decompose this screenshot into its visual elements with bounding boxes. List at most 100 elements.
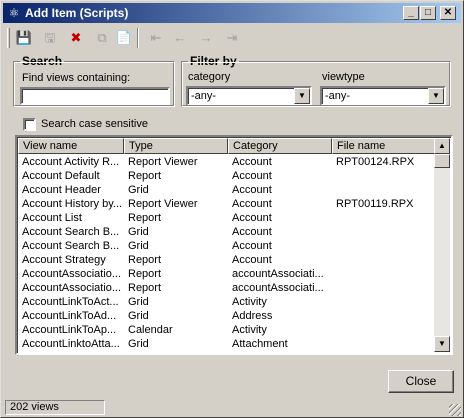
first-icon[interactable]: ⇤ — [145, 28, 167, 48]
cell-type: Report — [128, 254, 162, 266]
minimize-button[interactable]: _ — [403, 6, 419, 20]
cell-view-name: AccountLinkToAct... — [22, 296, 119, 308]
case-sensitive-label[interactable]: Search case sensitive — [41, 118, 148, 130]
table-row[interactable]: Account Search B... Grid Account — [18, 225, 436, 239]
column-header-category[interactable]: Category — [228, 138, 332, 154]
title-bar[interactable]: ⚛ Add Item (Scripts) _ □ ✕ — [3, 3, 461, 23]
scroll-up-icon[interactable]: ▲ — [434, 138, 450, 154]
cell-view-name: AccountLinktoAtta... — [22, 338, 120, 350]
scroll-down-icon[interactable]: ▼ — [434, 336, 450, 352]
table-row[interactable]: AccountLinkToAct... Grid Activity — [18, 295, 436, 309]
toolbar-grip[interactable] — [7, 28, 10, 48]
add-item-window: ⚛ Add Item (Scripts) _ □ ✕ 💾 🖫 ✖ ⧉ 📄 ⇤ ← → ⇥ Sea… — [0, 0, 464, 418]
vertical-scrollbar[interactable]: ▲ ▼ — [434, 138, 450, 352]
close-button[interactable]: Close — [388, 370, 454, 393]
cell-category: Activity — [232, 296, 267, 308]
cell-type: Report — [128, 282, 162, 294]
column-header-view-name[interactable]: View name — [18, 138, 124, 154]
maximize-button[interactable]: □ — [420, 6, 436, 20]
cell-type: Report Viewer — [128, 156, 198, 168]
cell-type: Calendar — [128, 324, 173, 336]
cell-category: Account — [232, 170, 272, 182]
cell-category: Address — [232, 310, 273, 322]
cell-category: Account — [232, 184, 272, 196]
column-header-type[interactable]: Type — [124, 138, 228, 154]
list-rows: Account Activity R... Report Viewer Accoun… — [18, 155, 436, 353]
cell-type: Grid — [128, 240, 149, 252]
cell-view-name: Account Default — [22, 170, 100, 182]
last-icon[interactable]: ⇥ — [221, 28, 243, 48]
cell-type: Grid — [128, 226, 149, 238]
search-input[interactable] — [20, 87, 170, 105]
column-header-file-name[interactable]: File name — [332, 138, 436, 154]
app-icon: ⚛ — [8, 6, 20, 20]
table-row[interactable]: AccountLinkToAd... Grid Address — [18, 309, 436, 323]
cell-view-name: AccountLinkToAd... — [22, 310, 117, 322]
table-row[interactable]: Account Strategy Report Account — [18, 253, 436, 267]
viewtype-select[interactable]: -any- ▼ — [320, 86, 446, 106]
cell-category: Attachment — [232, 338, 288, 350]
close-window-button[interactable]: ✕ — [440, 6, 456, 20]
table-row[interactable]: Account Search B... Grid Account — [18, 239, 436, 253]
next-icon[interactable]: → — [195, 28, 217, 48]
find-views-label: Find views containing: — [22, 72, 131, 84]
cell-view-name: AccountAssociatio... — [22, 268, 122, 280]
cell-view-name: Account Search B... — [22, 226, 120, 238]
cell-type: Grid — [124, 351, 228, 353]
cell-file-name: RPT00124.RPX — [336, 156, 415, 168]
category-value: -any- — [191, 90, 217, 102]
list-header: View name Type Category File name — [18, 138, 436, 154]
search-group: Search Find views containing: — [13, 54, 175, 107]
cell-category: Account — [232, 212, 272, 224]
table-row[interactable]: AccountLinkToCo...GridContact — [18, 351, 436, 353]
copy-icon[interactable]: ⧉ — [91, 28, 113, 48]
case-sensitive-checkbox[interactable] — [23, 118, 36, 131]
cell-view-name: Account Activity R... — [22, 156, 120, 168]
resize-grip[interactable] — [449, 404, 461, 416]
cell-view-name: AccountAssociatio... — [22, 282, 122, 294]
table-row[interactable]: AccountLinktoAtta... Grid Attachment — [18, 337, 436, 351]
cell-category: Account — [232, 198, 272, 210]
cell-view-name: Account Search B... — [22, 240, 120, 252]
cell-category: Account — [232, 240, 272, 252]
category-select[interactable]: -any- ▼ — [186, 86, 312, 106]
paste-icon[interactable]: 📄 — [113, 28, 135, 48]
cell-view-name: AccountLinkToAp... — [22, 324, 117, 336]
cell-category: Contact — [228, 351, 332, 353]
cell-type: Grid — [128, 338, 149, 350]
window-title: Add Item (Scripts) — [25, 6, 129, 20]
table-row[interactable]: Account History by... Report Viewer Accoun… — [18, 197, 436, 211]
table-row[interactable]: AccountLinkToAp... Calendar Activity — [18, 323, 436, 337]
table-row[interactable]: Account List Report Account — [18, 211, 436, 225]
filter-group-label: Filter by — [188, 54, 239, 68]
previous-icon[interactable]: ← — [169, 28, 191, 48]
chevron-down-icon[interactable]: ▼ — [428, 88, 444, 104]
category-label: category — [188, 71, 231, 83]
table-row[interactable]: AccountAssociatio... Report accountAssocia… — [18, 281, 436, 295]
cell-view-name: Account Header — [22, 184, 101, 196]
chevron-down-icon[interactable]: ▼ — [294, 88, 310, 104]
viewtype-value: -any- — [325, 90, 351, 102]
cell-category: accountAssociati... — [232, 268, 324, 280]
save-icon[interactable]: 💾 — [13, 28, 35, 48]
scroll-thumb[interactable] — [434, 154, 450, 168]
cell-view-name: Account Strategy — [22, 254, 106, 266]
cell-type: Grid — [128, 184, 149, 196]
table-row[interactable]: Account Activity R... Report Viewer Accoun… — [18, 155, 436, 169]
delete-icon[interactable]: ✖ — [65, 28, 87, 48]
search-group-label: Search — [20, 54, 65, 68]
table-row[interactable]: Account Default Report Account — [18, 169, 436, 183]
table-row[interactable]: AccountAssociatio... Report accountAssocia… — [18, 267, 436, 281]
cell-view-name: AccountLinkToCo... — [18, 351, 124, 353]
toolbar: 💾 🖫 ✖ ⧉ 📄 ⇤ ← → ⇥ — [3, 25, 461, 51]
cell-category: accountAssociati... — [232, 282, 324, 294]
filter-group: Filter by category -any- ▼ viewtype -any… — [181, 54, 451, 107]
table-row[interactable]: Account Header Grid Account — [18, 183, 436, 197]
save-as-icon[interactable]: 🖫 — [39, 28, 61, 48]
cell-view-name: Account History by... — [22, 198, 123, 210]
cell-category: Activity — [232, 324, 267, 336]
cell-type: Grid — [128, 296, 149, 308]
cell-type: Report — [128, 212, 162, 224]
cell-type: Report Viewer — [128, 198, 198, 210]
views-list[interactable]: View name Type Category File name Accoun… — [15, 135, 453, 355]
